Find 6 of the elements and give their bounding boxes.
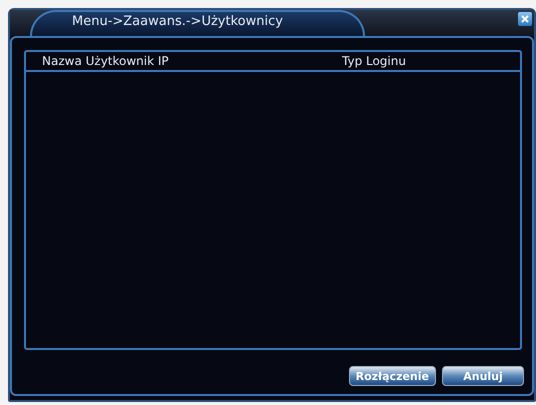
cancel-button[interactable]: Anuluj bbox=[442, 366, 524, 386]
column-header: Nazwa Użytkownik IP bbox=[42, 54, 170, 68]
window-title: Menu->Zaawans.->Użytkownicy bbox=[30, 10, 365, 36]
disconnect-button[interactable]: Rozłączenie bbox=[348, 366, 436, 386]
column-header: Typ Loginu bbox=[342, 54, 407, 68]
close-icon[interactable] bbox=[518, 12, 532, 26]
